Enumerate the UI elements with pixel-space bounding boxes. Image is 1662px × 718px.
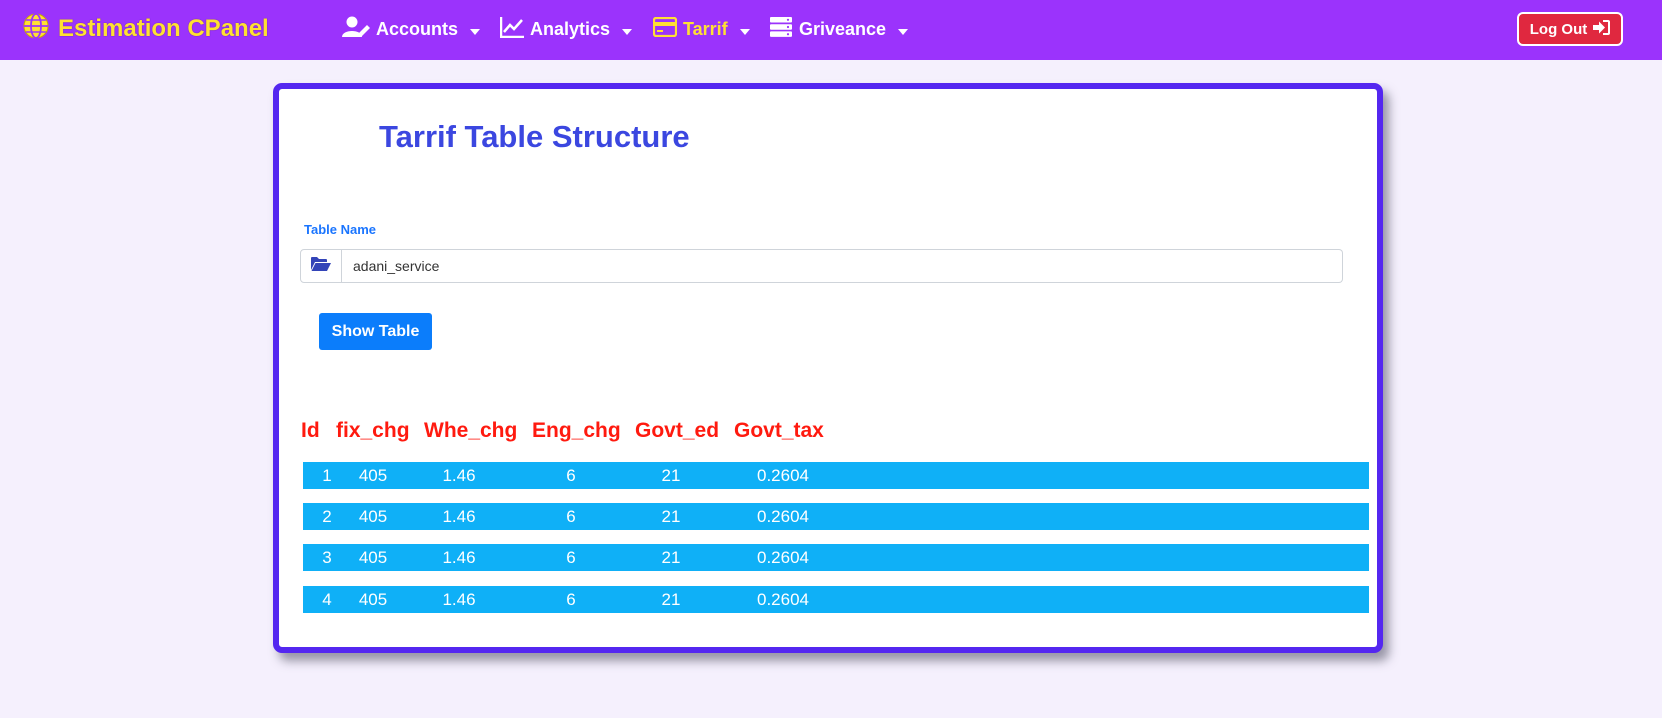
table-name-label: Table Name (304, 222, 377, 237)
cell-whe-chg: 1.46 (442, 507, 476, 526)
credit-card-icon (652, 16, 678, 42)
table-name-input[interactable] (342, 249, 1343, 283)
cell-fix-chg: 405 (358, 590, 388, 609)
table-row: 1 405 1.46 6 21 0.2604 (303, 462, 1369, 489)
logout-label: Log Out (1529, 20, 1588, 38)
chevron-down-icon (470, 19, 481, 40)
cell-eng-chg: 6 (566, 548, 576, 567)
table-row: 3 405 1.46 6 21 0.2604 (303, 544, 1369, 571)
chevron-down-icon (622, 19, 633, 40)
cell-govt-ed: 21 (661, 507, 681, 526)
table-row: 4 405 1.46 6 21 0.2604 (303, 586, 1369, 613)
column-header-govt-tax: Govt_tax (734, 419, 824, 442)
cell-govt-tax: 0.2604 (757, 507, 809, 526)
column-header-id: Id (301, 419, 320, 442)
nav-analytics[interactable]: Analytics (499, 12, 633, 46)
column-header-govt-ed: Govt_ed (635, 419, 720, 442)
input-prefix (300, 249, 342, 283)
column-header-whe-chg: Whe_chg (424, 419, 518, 442)
cell-whe-chg: 1.46 (442, 590, 476, 609)
nav-accounts-label: Accounts (376, 18, 459, 39)
table-row: 2 405 1.46 6 21 0.2604 (303, 503, 1369, 530)
server-icon (769, 16, 793, 43)
tarrif-card: Tarrif Table Structure Table Name Show T… (273, 83, 1383, 653)
cell-govt-ed: 21 (661, 548, 681, 567)
brand[interactable]: Estimation CPanel (22, 12, 269, 46)
nav-tarrif[interactable]: Tarrif (652, 12, 750, 46)
cell-govt-tax: 0.2604 (757, 590, 809, 609)
chevron-down-icon (739, 19, 750, 40)
chevron-down-icon (898, 19, 909, 40)
show-table-button[interactable]: Show Table (319, 313, 432, 350)
chart-line-icon (499, 16, 524, 43)
cell-fix-chg: 405 (358, 548, 388, 567)
globe-icon (22, 12, 50, 47)
cell-fix-chg: 405 (358, 507, 388, 526)
cell-govt-tax: 0.2604 (757, 466, 809, 485)
cell-whe-chg: 1.46 (442, 466, 476, 485)
cell-whe-chg: 1.46 (442, 548, 476, 567)
cell-id: 4 (322, 590, 332, 609)
top-navbar: Estimation CPanel Accounts Analytics Tar… (0, 0, 1662, 60)
brand-title: Estimation CPanel (58, 15, 269, 42)
sign-out-icon (1593, 19, 1611, 39)
nav-griveance-label: Griveance (799, 18, 887, 39)
cell-id: 1 (322, 466, 332, 485)
cell-govt-ed: 21 (661, 590, 681, 609)
cell-eng-chg: 6 (566, 466, 576, 485)
cell-govt-ed: 21 (661, 466, 681, 485)
column-header-fix-chg: fix_chg (336, 419, 410, 442)
nav-tarrif-label: Tarrif (683, 18, 728, 39)
nav-accounts[interactable]: Accounts (342, 12, 481, 46)
table-name-input-group (300, 249, 1343, 283)
user-edit-icon (342, 16, 370, 43)
column-header-eng-chg: Eng_chg (532, 419, 621, 442)
cell-fix-chg: 405 (358, 466, 388, 485)
nav-analytics-label: Analytics (530, 18, 611, 39)
folder-open-icon (311, 256, 331, 277)
logout-button[interactable]: Log Out (1517, 12, 1623, 46)
nav-griveance[interactable]: Griveance (769, 12, 909, 46)
cell-govt-tax: 0.2604 (757, 548, 809, 567)
cell-id: 3 (322, 548, 332, 567)
cell-eng-chg: 6 (566, 590, 576, 609)
page-title: Tarrif Table Structure (379, 119, 690, 154)
cell-eng-chg: 6 (566, 507, 576, 526)
cell-id: 2 (322, 507, 332, 526)
